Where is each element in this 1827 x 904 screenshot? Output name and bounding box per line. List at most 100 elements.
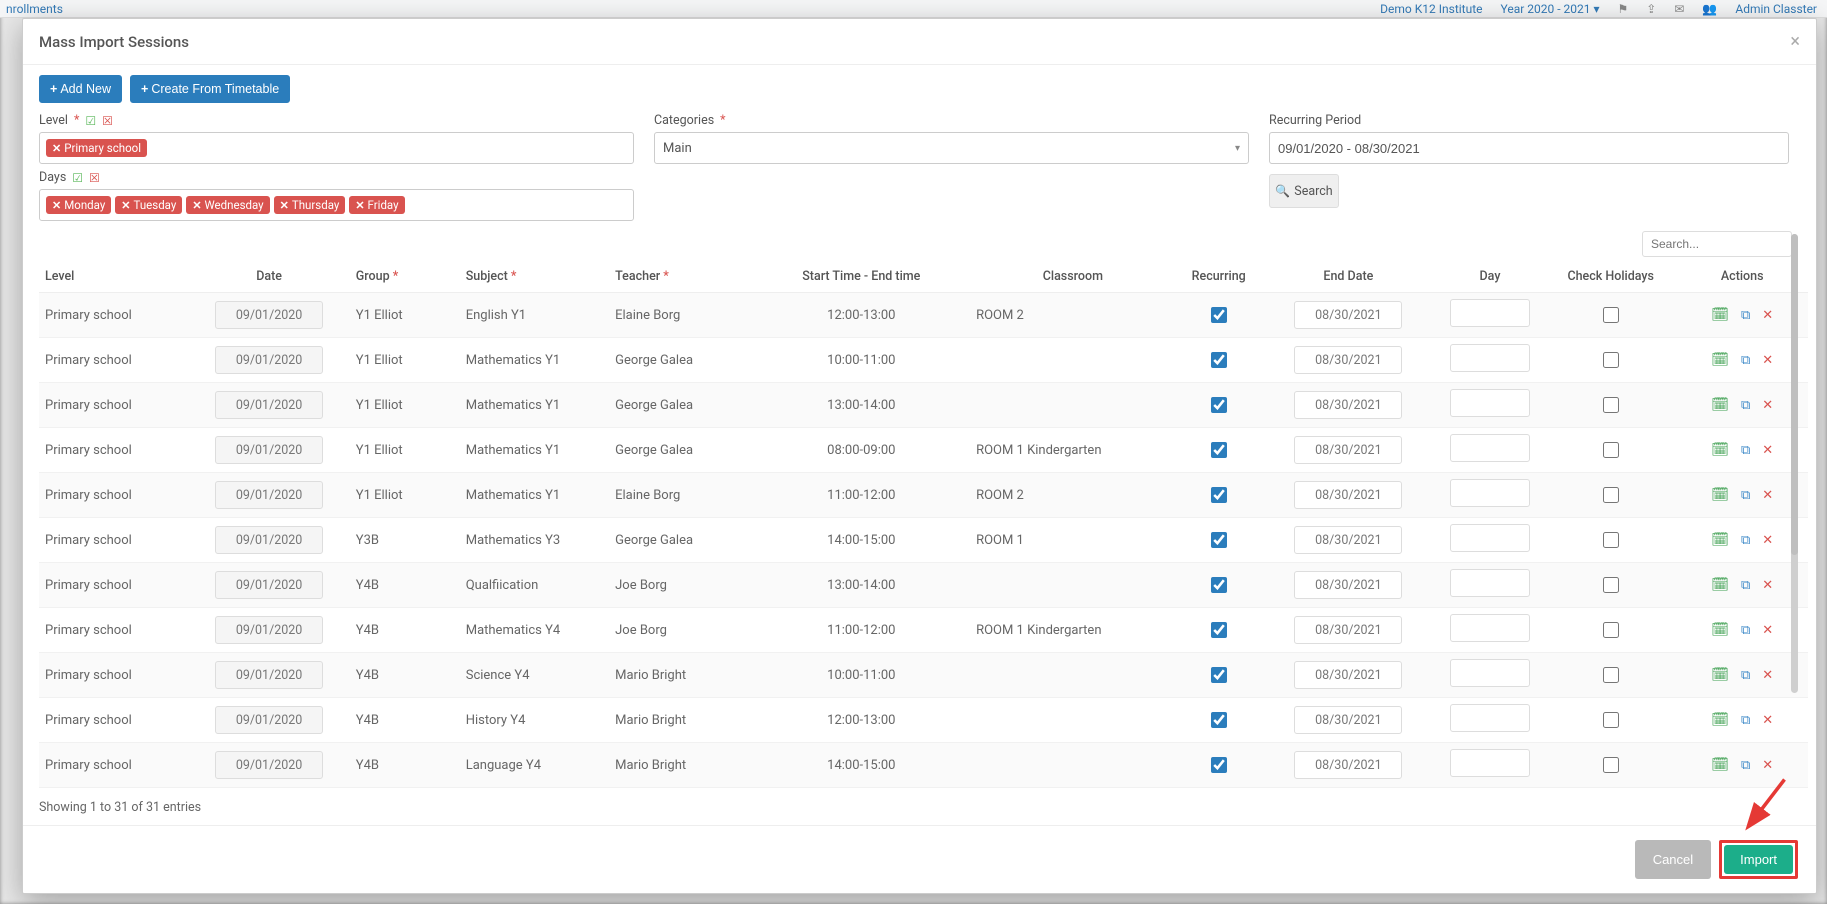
day-input[interactable] (1450, 569, 1530, 597)
add-new-button[interactable]: +Add New (39, 75, 122, 103)
enddate-input[interactable]: 08/30/2021 (1294, 391, 1402, 419)
clear-all-icon[interactable]: ☒ (89, 171, 100, 185)
col-level[interactable]: Level (39, 261, 188, 293)
remove-icon[interactable]: ✕ (280, 199, 289, 212)
recurring-checkbox[interactable] (1211, 712, 1227, 728)
delete-icon[interactable]: ✕ (1762, 758, 1773, 773)
holidays-checkbox[interactable] (1603, 667, 1619, 683)
copy-icon[interactable]: ⧉ (1741, 533, 1750, 548)
day-input[interactable] (1450, 344, 1530, 372)
remove-icon[interactable]: ✕ (52, 142, 61, 155)
tag-monday[interactable]: ✕Monday (46, 196, 111, 214)
select-all-icon[interactable]: ☑ (85, 114, 96, 128)
date-input[interactable]: 09/01/2020 (215, 571, 323, 599)
delete-icon[interactable]: ✕ (1762, 668, 1773, 683)
day-input[interactable] (1450, 524, 1530, 552)
enddate-input[interactable]: 08/30/2021 (1294, 706, 1402, 734)
date-input[interactable]: 09/01/2020 (215, 346, 323, 374)
recurring-checkbox[interactable] (1211, 397, 1227, 413)
copy-icon[interactable]: ⧉ (1741, 398, 1750, 413)
copy-icon[interactable]: ⧉ (1741, 443, 1750, 458)
holidays-checkbox[interactable] (1603, 532, 1619, 548)
holidays-checkbox[interactable] (1603, 397, 1619, 413)
calendar-icon[interactable]: 🗓 (1711, 712, 1729, 728)
flag-icon[interactable]: ⚑ (1618, 2, 1629, 16)
delete-icon[interactable]: ✕ (1762, 308, 1773, 323)
tag-friday[interactable]: ✕Friday (349, 196, 404, 214)
holidays-checkbox[interactable] (1603, 442, 1619, 458)
col-subject[interactable]: Subject * (460, 261, 609, 293)
categories-select[interactable]: Main ▾ (654, 132, 1249, 164)
recurring-checkbox[interactable] (1211, 757, 1227, 773)
date-input[interactable]: 09/01/2020 (215, 301, 323, 329)
delete-icon[interactable]: ✕ (1762, 443, 1773, 458)
calendar-icon[interactable]: 🗓 (1711, 532, 1729, 548)
calendar-icon[interactable]: 🗓 (1711, 397, 1729, 413)
tag-thursday[interactable]: ✕Thursday (274, 196, 346, 214)
col-day[interactable]: Day (1435, 261, 1545, 293)
calendar-icon[interactable]: 🗓 (1711, 442, 1729, 458)
tag-primary-school[interactable]: ✕Primary school (46, 139, 147, 157)
day-input[interactable] (1450, 614, 1530, 642)
date-input[interactable]: 09/01/2020 (215, 526, 323, 554)
day-input[interactable] (1450, 749, 1530, 777)
calendar-icon[interactable]: 🗓 (1711, 487, 1729, 503)
copy-icon[interactable]: ⧉ (1741, 353, 1750, 368)
enddate-input[interactable]: 08/30/2021 (1294, 346, 1402, 374)
recurring-checkbox[interactable] (1211, 577, 1227, 593)
day-input[interactable] (1450, 659, 1530, 687)
copy-icon[interactable]: ⧉ (1741, 308, 1750, 323)
delete-icon[interactable]: ✕ (1762, 488, 1773, 503)
calendar-icon[interactable]: 🗓 (1711, 352, 1729, 368)
mail-icon[interactable]: ✉ (1674, 2, 1684, 16)
recurring-checkbox[interactable] (1211, 532, 1227, 548)
day-input[interactable] (1450, 434, 1530, 462)
scrollbar-thumb[interactable] (1791, 234, 1798, 555)
date-input[interactable]: 09/01/2020 (215, 616, 323, 644)
date-input[interactable]: 09/01/2020 (215, 751, 323, 779)
holidays-checkbox[interactable] (1603, 307, 1619, 323)
copy-icon[interactable]: ⧉ (1741, 668, 1750, 683)
col-date[interactable]: Date (188, 261, 349, 293)
holidays-checkbox[interactable] (1603, 622, 1619, 638)
remove-icon[interactable]: ✕ (192, 199, 201, 212)
date-input[interactable]: 09/01/2020 (215, 706, 323, 734)
import-button[interactable]: Import (1724, 845, 1793, 874)
remove-icon[interactable]: ✕ (355, 199, 364, 212)
delete-icon[interactable]: ✕ (1762, 578, 1773, 593)
enddate-input[interactable]: 08/30/2021 (1294, 481, 1402, 509)
col-check[interactable]: Check Holidays (1545, 261, 1676, 293)
recurring-checkbox[interactable] (1211, 487, 1227, 503)
date-input[interactable]: 09/01/2020 (215, 391, 323, 419)
copy-icon[interactable]: ⧉ (1741, 758, 1750, 773)
enddate-input[interactable]: 08/30/2021 (1294, 526, 1402, 554)
col-recurring[interactable]: Recurring (1176, 261, 1262, 293)
year-link[interactable]: Year 2020 - 2021 ▾ (1501, 2, 1600, 16)
recurring-period-input[interactable] (1269, 132, 1789, 164)
enddate-input[interactable]: 08/30/2021 (1294, 661, 1402, 689)
delete-icon[interactable]: ✕ (1762, 533, 1773, 548)
col-group[interactable]: Group * (350, 261, 460, 293)
enddate-input[interactable]: 08/30/2021 (1294, 436, 1402, 464)
holidays-checkbox[interactable] (1603, 352, 1619, 368)
recurring-checkbox[interactable] (1211, 307, 1227, 323)
holidays-checkbox[interactable] (1603, 487, 1619, 503)
col-enddate[interactable]: End Date (1262, 261, 1435, 293)
calendar-icon[interactable]: 🗓 (1711, 577, 1729, 593)
scrollbar[interactable] (1791, 234, 1798, 693)
clear-all-icon[interactable]: ☒ (102, 114, 113, 128)
recurring-checkbox[interactable] (1211, 352, 1227, 368)
enddate-input[interactable]: 08/30/2021 (1294, 301, 1402, 329)
recurring-checkbox[interactable] (1211, 667, 1227, 683)
col-time[interactable]: Start Time - End time (753, 261, 971, 293)
table-search-input[interactable] (1642, 231, 1792, 257)
users-icon[interactable]: 👥 (1702, 2, 1717, 16)
institute-link[interactable]: Demo K12 Institute (1380, 2, 1482, 16)
date-input[interactable]: 09/01/2020 (215, 481, 323, 509)
days-tagbox[interactable]: ✕Monday✕Tuesday✕Wednesday✕Thursday✕Frida… (39, 189, 634, 221)
calendar-icon[interactable]: 🗓 (1711, 757, 1729, 773)
day-input[interactable] (1450, 299, 1530, 327)
col-classroom[interactable]: Classroom (970, 261, 1176, 293)
cancel-button[interactable]: Cancel (1635, 840, 1711, 879)
tag-wednesday[interactable]: ✕Wednesday (186, 196, 269, 214)
